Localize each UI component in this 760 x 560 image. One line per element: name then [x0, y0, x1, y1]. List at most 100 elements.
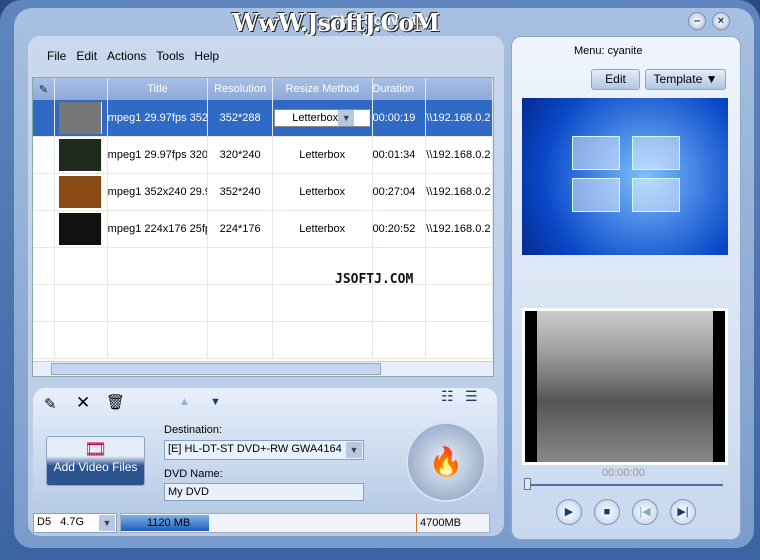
- close-button[interactable]: ×: [712, 12, 730, 30]
- table-row[interactable]: mpeg1 352x240 29.9 352*240 Letterbox 00:27:…: [33, 174, 493, 211]
- menu-file[interactable]: File: [47, 49, 66, 63]
- video-thumbnail: [59, 176, 103, 208]
- scrollbar-thumb[interactable]: [51, 363, 381, 375]
- horizontal-scrollbar[interactable]: [33, 361, 493, 376]
- duration-cell: 00:01:34: [373, 137, 427, 173]
- thumb-cell: [55, 100, 108, 136]
- chevron-down-icon[interactable]: ▼: [99, 515, 115, 531]
- watermark-logo: JSOFTJ.COM: [335, 272, 414, 287]
- remove-icon[interactable]: ✕: [76, 393, 90, 413]
- burn-button[interactable]: 🔥: [406, 422, 486, 502]
- add-video-label: Add Video Files: [53, 460, 138, 474]
- empty-row: [33, 248, 493, 285]
- disc-type-value: D5 4.7G: [37, 516, 85, 528]
- previous-button[interactable]: |◀: [632, 499, 658, 525]
- table-row[interactable]: mpeg1 29.97fps 352 352*288 Letterbox ▼ 00:00…: [33, 100, 493, 137]
- next-button[interactable]: ▶|: [670, 499, 696, 525]
- chevron-down-icon[interactable]: ▼: [346, 442, 362, 458]
- path-cell: \\192.168.0.2: [426, 174, 493, 210]
- table-header: ✎ Title Resolution Resize Method Duratio…: [33, 78, 493, 100]
- tile: [632, 136, 680, 170]
- seek-slider[interactable]: [527, 484, 723, 486]
- menu-bar: File Edit Actions Tools Help: [47, 49, 219, 63]
- resolution-cell: 352*240: [208, 174, 273, 210]
- minimize-button[interactable]: –: [688, 12, 706, 30]
- menu-actions[interactable]: Actions: [107, 49, 146, 63]
- table-row[interactable]: mpeg1 29.97fps 320 320*240 Letterbox 00:01:…: [33, 137, 493, 174]
- menu-help[interactable]: Help: [194, 49, 219, 63]
- path-cell: \\192.168.0.2: [426, 211, 493, 247]
- playback-time: 00:00:00: [602, 467, 645, 479]
- col-path[interactable]: [426, 78, 493, 100]
- film-add-icon: 🎞: [84, 439, 107, 459]
- duration-cell: 00:20:52: [373, 211, 427, 247]
- detail-view-icon[interactable]: ☷: [441, 388, 454, 405]
- trash-icon[interactable]: 🗑: [106, 393, 125, 411]
- resize-value: Letterbox: [299, 186, 346, 198]
- path-cell: \\192.168.0.2: [426, 137, 493, 173]
- table-row[interactable]: mpeg1 224x176 25fp 224*176 Letterbox 00:20:…: [33, 211, 493, 248]
- dvd-name-label: DVD Name:: [164, 468, 223, 480]
- menu-template-name: Menu: cyanite: [574, 45, 643, 57]
- destination-value: [E] HL-DT-ST DVD+-RW GWA4164: [168, 443, 342, 455]
- app-window: DVD Converter WwW.JsoftJ.CoM – × File Ed…: [0, 0, 760, 560]
- col-title[interactable]: Title: [108, 78, 209, 100]
- stop-button[interactable]: ■: [594, 499, 620, 525]
- resolution-cell: 224*176: [208, 211, 273, 247]
- play-button[interactable]: ▶: [556, 499, 582, 525]
- menu-tools[interactable]: Tools: [156, 49, 184, 63]
- used-size: 1120 MB: [147, 517, 191, 529]
- col-resize[interactable]: Resize Method: [273, 78, 373, 100]
- list-view-icon[interactable]: ☰: [465, 388, 478, 405]
- play-icon: ▶: [564, 506, 574, 518]
- disc-type-select[interactable]: D5 4.7G ▼: [33, 513, 117, 533]
- watermark: WwW.JsoftJ.CoM: [232, 8, 440, 37]
- resolution-cell: 320*240: [208, 137, 273, 173]
- row-marker: [33, 137, 55, 173]
- duration-cell: 00:27:04: [373, 174, 427, 210]
- seek-handle[interactable]: [524, 478, 531, 490]
- resize-value: Letterbox: [299, 223, 346, 235]
- move-down-icon[interactable]: ▼: [210, 396, 221, 408]
- video-thumbnail: [59, 139, 103, 171]
- video-table: ✎ Title Resolution Resize Method Duratio…: [32, 77, 494, 377]
- menu-edit[interactable]: Edit: [76, 49, 97, 63]
- video-preview: [522, 308, 728, 465]
- resize-cell: Letterbox: [273, 137, 373, 173]
- resize-cell: Letterbox: [273, 174, 373, 210]
- video-thumbnail: [59, 102, 103, 134]
- burn-disc-icon: 🔥: [428, 446, 464, 477]
- tile: [572, 178, 620, 212]
- skip-forward-icon: ▶|: [677, 506, 689, 518]
- col-thumb[interactable]: [55, 78, 108, 100]
- tile: [632, 178, 680, 212]
- resize-value: Letterbox: [292, 112, 339, 124]
- capacity-size: 4700MB: [420, 517, 461, 529]
- add-video-files-button[interactable]: 🎞 Add Video Files: [46, 436, 145, 486]
- col-resolution[interactable]: Resolution: [208, 78, 273, 100]
- thumb-cell: [55, 137, 108, 173]
- title-cell: mpeg1 224x176 25fp: [108, 211, 209, 247]
- disc-usage-bar: 1120 MB 4700MB: [120, 513, 490, 533]
- stop-icon: ■: [603, 506, 611, 518]
- resolution-cell: 352*288: [208, 100, 273, 136]
- path-cell: \\192.168.0.2: [426, 100, 493, 136]
- video-frame: [537, 311, 713, 462]
- title-cell: mpeg1 352x240 29.9: [108, 174, 209, 210]
- edit-column-icon[interactable]: ✎: [33, 78, 55, 100]
- move-up-icon[interactable]: ▲: [179, 396, 190, 408]
- dvd-name-input[interactable]: My DVD: [164, 483, 364, 501]
- col-duration[interactable]: Duration: [373, 78, 427, 100]
- skip-back-icon: |◀: [639, 506, 651, 518]
- thumb-cell: [55, 174, 108, 210]
- destination-select[interactable]: [E] HL-DT-ST DVD+-RW GWA4164 ▼: [164, 440, 364, 460]
- edit-menu-button[interactable]: Edit: [591, 69, 640, 90]
- edit-icon[interactable]: ✎: [44, 395, 57, 413]
- template-dropdown-button[interactable]: Template ▼: [645, 69, 726, 90]
- resize-method-select[interactable]: Letterbox ▼: [274, 109, 371, 127]
- row-marker: [33, 174, 55, 210]
- chevron-down-icon[interactable]: ▼: [338, 110, 355, 126]
- empty-row: [33, 285, 493, 322]
- empty-row: [33, 322, 493, 359]
- tile: [572, 136, 620, 170]
